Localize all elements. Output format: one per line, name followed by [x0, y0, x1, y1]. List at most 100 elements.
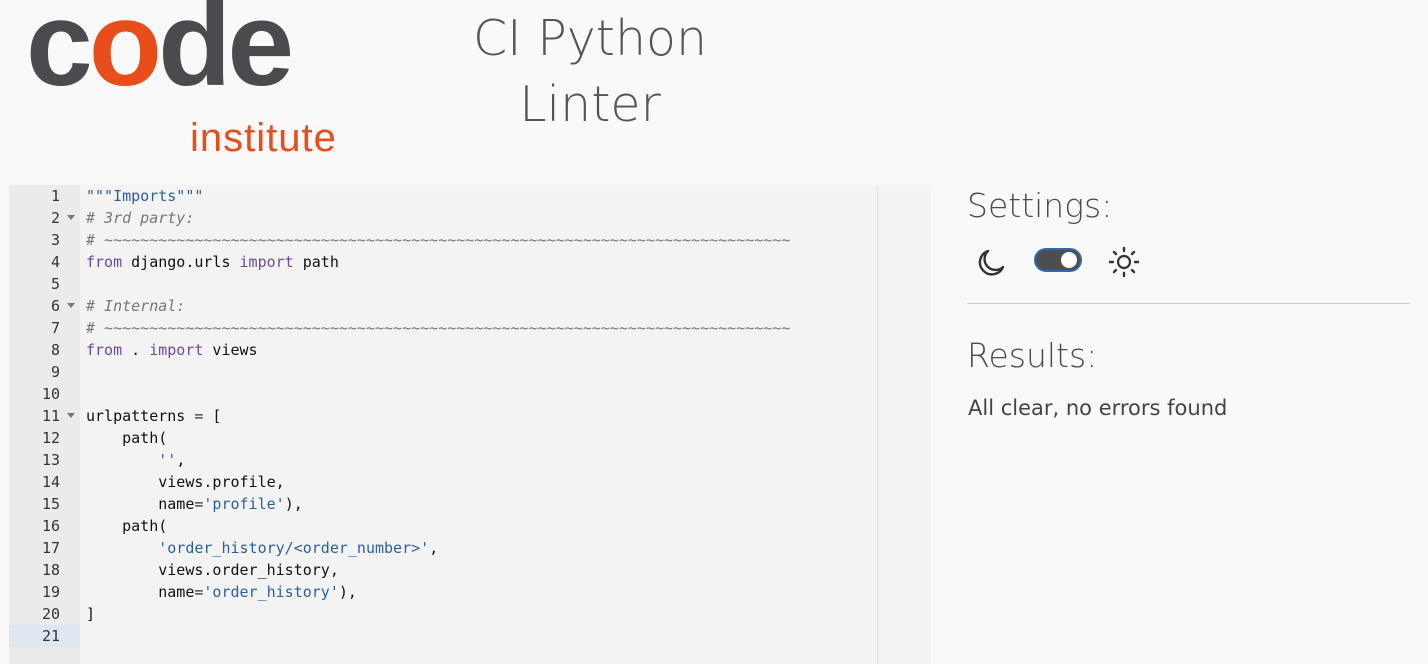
code-token: path( [86, 517, 168, 535]
line-number: 13 [41, 451, 60, 469]
code-line[interactable]: 18 views.order_history, [9, 559, 931, 581]
line-number: 4 [50, 253, 60, 271]
code-line[interactable]: 10 [9, 383, 931, 405]
code-token: import [149, 341, 204, 359]
code-token: # Internal: [86, 297, 186, 315]
code-token: views [203, 341, 258, 359]
code-token: import [239, 253, 294, 271]
code-line[interactable]: 2 # 3rd party: [9, 207, 931, 229]
code-line[interactable]: 19 name='order_history'), [9, 581, 931, 603]
line-code: views.profile, [86, 471, 284, 493]
line-number: 19 [41, 583, 60, 601]
line-number: 10 [41, 385, 60, 403]
app-title-line1: CI Python [472, 10, 708, 67]
line-number: 21 [41, 627, 60, 645]
code-line[interactable]: 13 '', [9, 449, 931, 471]
line-code: # ~~~~~~~~~~~~~~~~~~~~~~~~~~~~~~~~~~~~~~… [86, 229, 790, 251]
results-message: All clear, no errors found [968, 396, 1228, 420]
results-title: Results: [967, 336, 1098, 375]
logo-institute-text: institute [190, 116, 337, 160]
settings-title: Settings: [967, 186, 1113, 225]
editor-lines[interactable]: 1 """Imports""" 2 # 3rd party: 3 # ~~~~~~~~~~… [9, 185, 931, 647]
line-code: # ~~~~~~~~~~~~~~~~~~~~~~~~~~~~~~~~~~~~~~… [86, 317, 790, 339]
fold-arrow-icon[interactable] [67, 303, 75, 308]
line-code: urlpatterns = [ [86, 405, 221, 427]
code-token: path( [86, 429, 168, 447]
fold-arrow-icon[interactable] [67, 413, 75, 418]
code-line[interactable]: 3 # ~~~~~~~~~~~~~~~~~~~~~~~~~~~~~~~~~~~~~… [9, 229, 931, 251]
code-line[interactable]: 14 views.profile, [9, 471, 931, 493]
logo-code-o: o [88, 0, 162, 111]
code-line[interactable]: 20] [9, 603, 931, 625]
code-token: """Imports""" [86, 187, 204, 205]
code-token: # 3rd party: [86, 209, 195, 227]
code-token: ), [338, 583, 357, 601]
code-token: # ~~~~~~~~~~~~~~~~~~~~~~~~~~~~~~~~~~~~~~… [86, 319, 791, 337]
line-code: views.order_history, [86, 559, 339, 581]
line-code: path( [86, 427, 167, 449]
code-token: name [86, 495, 195, 513]
code-token: , [429, 539, 439, 557]
settings-divider [967, 303, 1410, 304]
line-number: 12 [41, 429, 60, 447]
line-number: 15 [41, 495, 60, 513]
code-token: views.order_history, [86, 561, 339, 579]
line-number: 18 [41, 561, 60, 579]
line-number: 3 [50, 231, 60, 249]
fold-arrow-icon[interactable] [67, 215, 75, 220]
line-code: ] [86, 603, 95, 625]
code-line[interactable]: 4 from django.urls import path [9, 251, 931, 273]
line-code: from django.urls import path [86, 251, 339, 273]
code-token: urlpatterns [86, 407, 195, 425]
line-code: 'order_history/<order_number>', [86, 537, 438, 559]
sun-icon[interactable] [1107, 245, 1141, 279]
code-line[interactable]: 8 from . import views [9, 339, 931, 361]
line-number: 5 [50, 275, 60, 293]
code-token: [ [203, 407, 222, 425]
logo-code-de: de [158, 0, 294, 111]
line-number: 16 [41, 517, 60, 535]
line-number: 8 [50, 341, 60, 359]
line-code: name='profile'), [86, 493, 303, 515]
code-token: . [122, 341, 150, 359]
code-line[interactable]: 11 urlpatterns = [ [9, 405, 931, 427]
code-line[interactable]: 6 # Internal: [9, 295, 931, 317]
code-token: 'profile' [203, 495, 285, 513]
line-number: 20 [41, 605, 60, 623]
line-code: name='order_history'), [86, 581, 357, 603]
code-line[interactable]: 21 [9, 625, 931, 647]
theme-toggle-knob [1061, 252, 1077, 268]
code-line[interactable]: 15 name='profile'), [9, 493, 931, 515]
line-code: # 3rd party: [86, 207, 194, 229]
code-line[interactable]: 16 path( [9, 515, 931, 537]
theme-toggle[interactable] [1034, 248, 1082, 272]
code-institute-logo: code institute [26, 0, 366, 160]
code-token: name [86, 583, 195, 601]
app-title: CI Python Linter [440, 6, 740, 138]
code-token: '' [158, 451, 177, 469]
code-line[interactable]: 17 'order_history/<order_number>', [9, 537, 931, 559]
line-code: '', [86, 449, 185, 471]
line-code: from . import views [86, 339, 258, 361]
code-line[interactable]: 9 [9, 361, 931, 383]
line-code: """Imports""" [86, 185, 203, 207]
code-line[interactable]: 7 # ~~~~~~~~~~~~~~~~~~~~~~~~~~~~~~~~~~~~~… [9, 317, 931, 339]
logo-code-text: code [26, 0, 294, 104]
code-editor[interactable]: 1 """Imports""" 2 # 3rd party: 3 # ~~~~~~~~~~… [9, 185, 931, 664]
line-number: 17 [41, 539, 60, 557]
moon-icon[interactable] [974, 245, 1008, 279]
code-token: django.urls [122, 253, 240, 271]
code-token: 'order_history/<order_number>' [158, 539, 430, 557]
code-token: path [293, 253, 339, 271]
code-token: 'order_history' [203, 583, 339, 601]
code-line[interactable]: 12 path( [9, 427, 931, 449]
code-token: # ~~~~~~~~~~~~~~~~~~~~~~~~~~~~~~~~~~~~~~… [86, 231, 791, 249]
line-number: 14 [41, 473, 60, 491]
code-line[interactable]: 1 """Imports""" [9, 185, 931, 207]
code-line[interactable]: 5 [9, 273, 931, 295]
line-code: # Internal: [86, 295, 185, 317]
code-token: ] [86, 605, 96, 623]
line-number: 1 [50, 187, 60, 205]
